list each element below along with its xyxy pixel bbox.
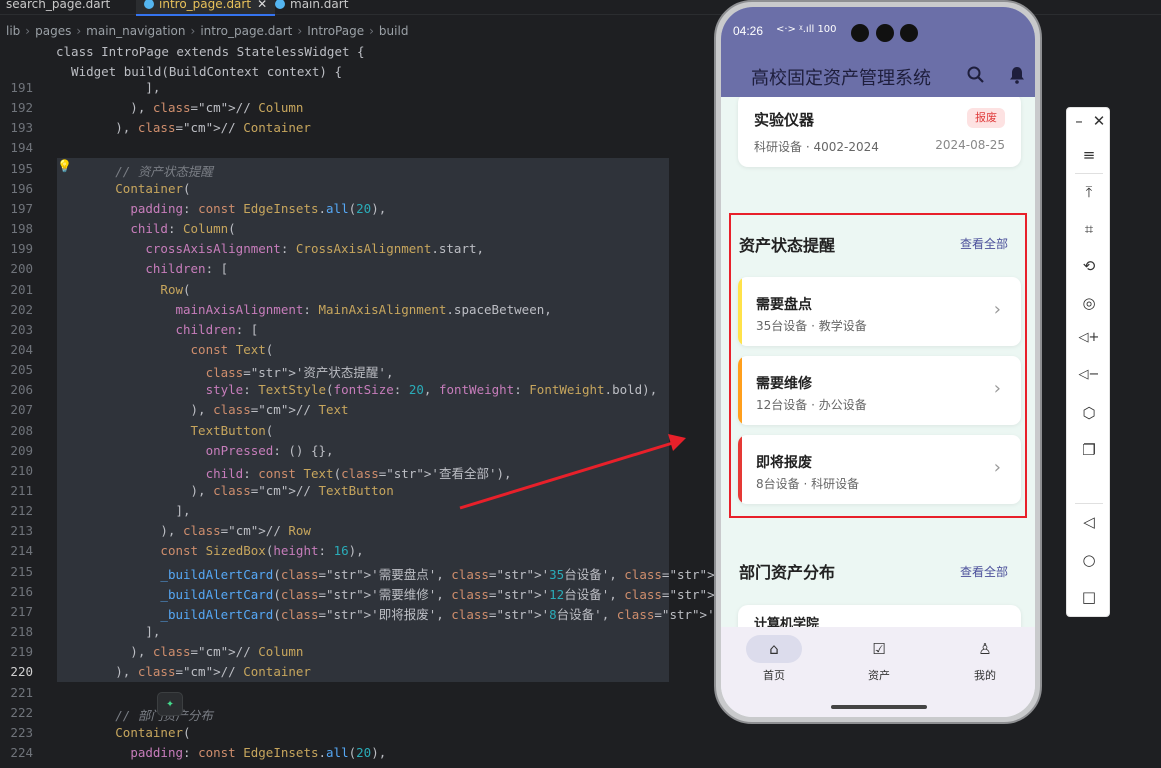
department-card[interactable]: 计算机学院 [738, 605, 1021, 627]
status-time: 04:26 [733, 24, 764, 38]
recents-icon[interactable]: □ [1067, 588, 1111, 606]
back-icon[interactable]: ◁ [1067, 513, 1111, 531]
pin-top-icon[interactable]: ⤒ [1067, 183, 1111, 201]
asset-subtitle: 科研设备 · 4002-2024 [754, 140, 879, 154]
camera-icon [876, 24, 894, 42]
asset-date: 2024-08-25 [935, 138, 1005, 152]
nav-item-profile[interactable]: ♙ 我的 [950, 635, 1020, 683]
bottom-navigation: ⌂ 首页 ☑ 资产 ♙ 我的 [721, 627, 1035, 717]
emulator-toolbar: – ✕ ≡ ⤒ ⌗ ⟲ ◎ ◁+ ◁− ⬡ ❐ ◁ ○ □ [1066, 107, 1110, 617]
phone-screen: 04:26 <·> ᵡ.ıll 100 高校固定资产管理系统 实验仪器 报废 科… [721, 7, 1035, 717]
status-badge: 报废 [967, 108, 1005, 128]
rotate-device-icon[interactable]: ⬡ [1067, 404, 1111, 422]
home-icon[interactable]: ○ [1067, 551, 1111, 569]
app-bar: 高校固定资产管理系统 [721, 45, 1035, 97]
clipboard-check-icon: ☑ [872, 640, 886, 658]
status-icons: <·> ᵡ.ıll 100 [776, 24, 837, 35]
crop-icon[interactable]: ⌗ [1067, 220, 1111, 238]
asset-name: 实验仪器 [754, 111, 815, 129]
camera-icon [851, 24, 869, 42]
menu-icon[interactable]: ≡ [1067, 146, 1111, 164]
nav-item-home[interactable]: ⌂ 首页 [739, 635, 809, 683]
phone-emulator: 04:26 <·> ᵡ.ıll 100 高校固定资产管理系统 实验仪器 报废 科… [714, 0, 1042, 724]
camera-icon [900, 24, 918, 42]
search-icon[interactable] [966, 65, 986, 85]
highlight-box [729, 213, 1027, 518]
section-title: 部门资产分布 [739, 563, 836, 582]
app-title: 高校固定资产管理系统 [751, 68, 931, 89]
screenshot-icon[interactable]: ◎ [1067, 294, 1111, 312]
bell-icon[interactable] [1007, 65, 1027, 85]
close-icon[interactable]: ✕ [1089, 112, 1109, 130]
asset-card[interactable]: 实验仪器 报废 科研设备 · 4002-2024 2024-08-25 [738, 97, 1021, 167]
home-icon: ⌂ [746, 635, 802, 663]
view-all-button[interactable]: 查看全部 [960, 563, 1008, 580]
person-icon: ♙ [978, 640, 992, 658]
nav-item-assets[interactable]: ☑ 资产 [844, 635, 914, 683]
department-name: 计算机学院 [754, 617, 820, 627]
rotate-icon[interactable]: ⟲ [1067, 257, 1111, 275]
volume-up-icon[interactable]: ◁+ [1067, 330, 1111, 345]
scroll-content[interactable]: 实验仪器 报废 科研设备 · 4002-2024 2024-08-25 资产状态… [721, 97, 1035, 627]
multi-screen-icon[interactable]: ❐ [1067, 441, 1111, 459]
minimize-icon[interactable]: – [1069, 112, 1089, 130]
volume-down-icon[interactable]: ◁− [1067, 367, 1111, 382]
home-indicator[interactable] [831, 705, 927, 709]
